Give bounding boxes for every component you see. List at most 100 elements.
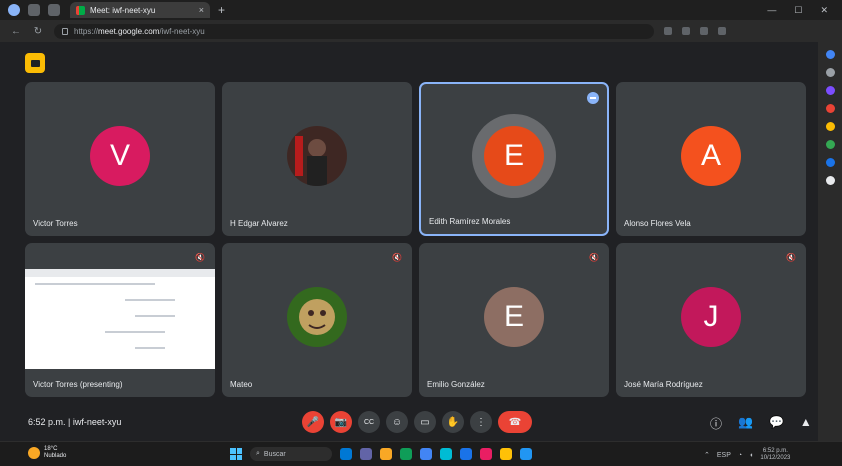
participant-tile[interactable]: 🔇 E Emilio González xyxy=(419,243,609,397)
participant-name: Edith Ramírez Morales xyxy=(429,217,511,226)
participant-photo xyxy=(287,125,347,186)
participant-avatar: V xyxy=(90,125,150,186)
participant-tile[interactable]: 🔇 Mateo xyxy=(222,243,412,397)
wifi-icon[interactable]: ◔ xyxy=(738,452,742,459)
emoji-button[interactable]: ☺ xyxy=(386,411,408,433)
games-icon[interactable] xyxy=(825,122,835,131)
weather-desc: Nublado xyxy=(44,453,67,459)
meeting-control-bar: 6:52 p.m. | iwf-neet-xyu 🎤 📷 CC ☺ ▭ ✋ ⋮ … xyxy=(0,405,818,441)
browser-sidebar xyxy=(818,42,842,442)
taskbar-search[interactable]: ⌕ Buscar xyxy=(250,447,332,461)
meeting-time: 6:52 p.m. xyxy=(28,417,66,427)
participant-avatar: J xyxy=(681,286,741,347)
url-field[interactable]: https://meet.google.com/iwf-neet-xyu xyxy=(54,23,654,39)
folder-icon[interactable] xyxy=(500,448,512,460)
people-icon[interactable]: 👥 xyxy=(738,415,753,432)
teams-icon[interactable] xyxy=(360,448,372,460)
windows-start-icon[interactable] xyxy=(230,448,242,460)
extension-icon[interactable] xyxy=(664,27,672,35)
participant-avatar: A xyxy=(681,125,741,186)
search-icon[interactable] xyxy=(825,50,835,59)
favorites-icon[interactable] xyxy=(682,27,690,35)
shopping-icon[interactable] xyxy=(825,104,835,113)
mic-off-icon: 🔇 xyxy=(786,253,796,262)
more-options-button[interactable]: ⋮ xyxy=(470,411,492,433)
tab-meet[interactable]: Meet: iwf-neet-xyu × xyxy=(70,2,210,18)
url-text: https://meet.google.com/iwf-neet-xyu xyxy=(74,26,205,36)
mic-off-icon: 🔇 xyxy=(589,253,599,262)
participant-name: Mateo xyxy=(230,380,253,389)
media-icon[interactable] xyxy=(480,448,492,460)
participant-name: Victor Torres xyxy=(33,219,78,228)
participant-tile[interactable]: 🔇 J José María Rodríguez xyxy=(616,243,806,397)
address-bar-row: ← ↻ https://meet.google.com/iwf-neet-xyu xyxy=(0,20,842,42)
screen: Meet: iwf-neet-xyu × + — ☐ ✕ ← ↻ https:/… xyxy=(0,0,842,466)
minimize-button[interactable]: — xyxy=(767,5,776,16)
info-icon[interactable]: ⓘ xyxy=(710,415,722,432)
chrome-icon[interactable] xyxy=(420,448,432,460)
taskbar-apps: ⌕ Buscar xyxy=(230,447,532,461)
task-view-icon[interactable] xyxy=(340,448,352,460)
search-icon: ⌕ xyxy=(256,450,260,457)
end-call-button[interactable]: ☎ xyxy=(498,411,532,433)
discover-icon[interactable] xyxy=(825,68,835,77)
mail-icon[interactable] xyxy=(460,448,472,460)
tab-close-icon[interactable]: × xyxy=(199,5,204,15)
raise-hand-button[interactable]: ✋ xyxy=(442,411,464,433)
participant-name: Victor Torres (presenting) xyxy=(33,380,123,389)
presentation-tile[interactable]: 🔇 Victor Torres (presenting) xyxy=(25,243,215,397)
side-panel-controls: ⓘ 👥 💬 ▲ xyxy=(710,415,812,432)
refresh-icon[interactable]: ↻ xyxy=(32,26,44,37)
participant-avatar: E xyxy=(484,126,544,186)
volume-icon[interactable]: ◖ xyxy=(749,452,753,459)
store-icon[interactable] xyxy=(440,448,452,460)
present-button[interactable]: ▭ xyxy=(414,411,436,433)
meeting-info: 6:52 p.m. | iwf-neet-xyu xyxy=(28,417,122,427)
participant-name: José María Rodríguez xyxy=(624,380,703,389)
participant-tile[interactable]: V Victor Torres xyxy=(25,82,215,236)
activities-icon[interactable]: ▲ xyxy=(800,415,812,432)
participant-tile[interactable]: A Alonso Flores Vela xyxy=(616,82,806,236)
clock[interactable]: 6:52 p.m. 10/12/2023 xyxy=(760,448,790,462)
word-icon[interactable] xyxy=(520,448,532,460)
participant-name: Alonso Flores Vela xyxy=(624,219,691,228)
add-icon[interactable] xyxy=(825,176,835,185)
language-indicator[interactable]: ESP xyxy=(717,452,731,459)
meet-logo-icon xyxy=(25,53,45,73)
back-icon[interactable]: ← xyxy=(10,26,22,37)
office-icon[interactable] xyxy=(825,140,835,149)
workspaces-icon[interactable] xyxy=(28,4,40,16)
edge-icon[interactable] xyxy=(400,448,412,460)
meeting-code: iwf-neet-xyu xyxy=(72,417,122,427)
call-controls: 🎤 📷 CC ☺ ▭ ✋ ⋮ ☎ xyxy=(302,411,532,433)
mic-toggle-button[interactable]: 🎤 xyxy=(302,411,324,433)
new-tab-button[interactable]: + xyxy=(218,3,225,17)
settings-icon[interactable] xyxy=(718,27,726,35)
chat-icon[interactable]: 💬 xyxy=(769,415,784,432)
tools-icon[interactable] xyxy=(825,86,835,95)
chevron-up-icon[interactable]: ⌃ xyxy=(704,451,710,459)
shared-screen xyxy=(25,269,215,369)
meet-favicon-icon xyxy=(76,5,85,15)
captions-button[interactable]: CC xyxy=(358,411,380,433)
windows-taskbar: 18°C Nublado ⌕ Buscar ⌃ ESP ◔ ◖ 6:52 p.m. 1… xyxy=(0,441,842,466)
participant-photo xyxy=(287,286,347,347)
file-explorer-icon[interactable] xyxy=(380,448,392,460)
lock-icon xyxy=(62,27,68,35)
camera-toggle-button[interactable]: 📷 xyxy=(330,411,352,433)
tab-actions-icon[interactable] xyxy=(48,4,60,16)
collections-icon[interactable] xyxy=(700,27,708,35)
weather-widget[interactable]: 18°C Nublado xyxy=(28,446,66,460)
maximize-button[interactable]: ☐ xyxy=(794,5,802,16)
weather-icon xyxy=(28,447,40,459)
system-tray: ⌃ ESP ◔ ◖ 6:52 p.m. 10/12/2023 xyxy=(704,448,790,462)
participant-avatar: E xyxy=(484,286,544,347)
participant-tile-active[interactable]: E Edith Ramírez Morales xyxy=(419,82,609,236)
mic-off-icon: 🔇 xyxy=(392,253,402,262)
tab-title: Meet: iwf-neet-xyu xyxy=(90,5,156,15)
close-window-button[interactable]: ✕ xyxy=(820,5,828,16)
profile-icon[interactable] xyxy=(8,4,20,16)
outlook-icon[interactable] xyxy=(825,158,835,167)
participant-tile[interactable]: H Edgar Alvarez xyxy=(222,82,412,236)
browser-tab-bar: Meet: iwf-neet-xyu × + — ☐ ✕ xyxy=(0,0,842,20)
